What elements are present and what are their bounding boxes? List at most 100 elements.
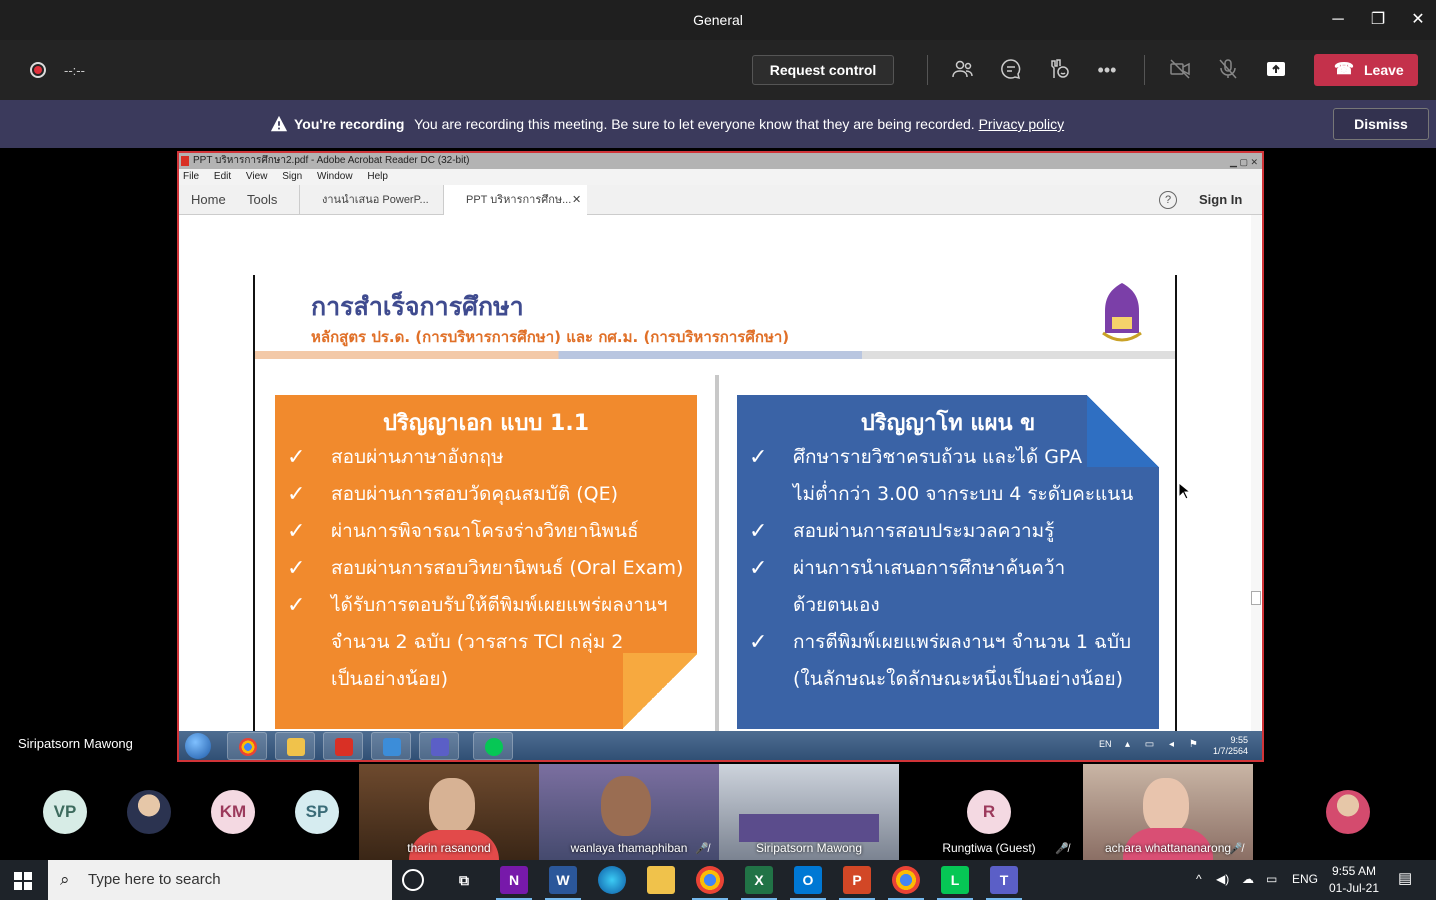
privacy-policy-link[interactable]: Privacy policy: [979, 116, 1065, 132]
list-item-text: ศึกษารายวิชาครบถ้วน และได้ GPA: [793, 446, 1083, 468]
maximize-icon[interactable]: ❐: [1366, 8, 1390, 32]
outlook-icon[interactable]: O: [790, 866, 826, 900]
onedrive-icon[interactable]: ☁: [1242, 872, 1254, 886]
phd-panel: ปริญญาเอก แบบ 1.1 ✓ สอบผ่านภาษาอังกฤษ ✓ สอ…: [275, 395, 697, 729]
shared-screen[interactable]: PPT บริหารการศึกษา2.pdf - Adobe Acrobat …: [177, 151, 1264, 762]
show-hidden-icons-icon[interactable]: ^: [1196, 872, 1202, 886]
mic-off-icon[interactable]: [1215, 57, 1241, 83]
slide-subtitle: หลักสูตร ปร.ด. (การบริหารการศึกษา) และ ก…: [311, 328, 790, 346]
avatar[interactable]: [127, 790, 171, 834]
volume-icon[interactable]: ◀): [1216, 872, 1229, 886]
vertical-scrollbar[interactable]: [1251, 215, 1261, 731]
toolbar-divider: [927, 55, 928, 85]
minimize-icon[interactable]: ─: [1326, 8, 1350, 32]
menu-file[interactable]: File: [183, 171, 199, 182]
task-view-icon[interactable]: ⧉: [450, 866, 478, 894]
chrome-profile-icon[interactable]: [888, 866, 924, 900]
menu-edit[interactable]: Edit: [214, 171, 231, 182]
menu-sign[interactable]: Sign: [282, 171, 302, 182]
teams-icon[interactable]: T: [986, 866, 1022, 900]
teams-icon[interactable]: [419, 732, 459, 760]
taskbar-search-input[interactable]: ⌕ Type here to search: [48, 860, 392, 900]
edge-icon[interactable]: [598, 866, 626, 894]
tab-doc-powerpoint[interactable]: งานนำเสนอ PowerP...: [299, 185, 443, 215]
video-tile[interactable]: achara whattananarong 🎤̸: [1083, 764, 1253, 860]
camera-off-icon[interactable]: [1167, 57, 1193, 83]
close-icon[interactable]: ✕: [1406, 8, 1430, 32]
sign-in-button[interactable]: Sign In: [1199, 185, 1242, 215]
more-icon[interactable]: •••: [1094, 57, 1120, 83]
reactions-icon[interactable]: [1046, 57, 1072, 83]
list-item: ✓ ผ่านการพิจารณาโครงร่างวิทยานิพนธ์: [287, 513, 691, 550]
share-tray-icon[interactable]: [1263, 57, 1289, 83]
video-tile[interactable]: R Rungtiwa (Guest) 🎤̸: [899, 764, 1079, 860]
window-titlebar: General ─ ❐ ✕: [0, 0, 1436, 40]
scrollbar-thumb[interactable]: [1251, 591, 1261, 605]
remote-clock[interactable]: 9:55 1/7/2564: [1213, 735, 1248, 757]
help-icon[interactable]: ?: [1159, 191, 1177, 209]
muted-mic-icon: 🎤̸: [695, 843, 709, 855]
hang-up-icon: ☎: [1334, 61, 1354, 78]
file-explorer-icon[interactable]: [647, 866, 675, 894]
people-icon[interactable]: [950, 57, 976, 83]
cursor-icon: [1178, 482, 1190, 500]
video-tile[interactable]: Siripatsorn Mawong: [719, 764, 899, 860]
slide: การสำเร็จการศึกษา หลักสูตร ปร.ด. (การบริ…: [253, 275, 1177, 757]
acrobat-icon[interactable]: [323, 732, 363, 760]
list-item: ✓ สอบผ่านการสอบประมวลความรู้: [749, 513, 1153, 550]
acrobat-menubar: File Edit View Sign Window Help: [179, 169, 1262, 185]
close-tab-icon[interactable]: ✕: [572, 185, 581, 215]
avatar[interactable]: SP: [295, 790, 339, 834]
network-icon[interactable]: ▭: [1266, 872, 1277, 886]
onenote-icon[interactable]: N: [496, 866, 532, 900]
video-tile[interactable]: wanlaya thamaphiban 🎤̸: [539, 764, 719, 860]
tray-icons[interactable]: ▴ ▭ ◂ ⚑: [1125, 739, 1204, 750]
powerpoint-icon[interactable]: P: [839, 866, 875, 900]
list-item: ✓ สอบผ่านการสอบวัดคุณสมบัติ (QE): [287, 476, 691, 513]
chrome-icon[interactable]: [692, 866, 728, 900]
cortana-icon[interactable]: [402, 869, 424, 891]
list-item-text: ผ่านการพิจารณาโครงร่างวิทยานิพนธ์: [331, 520, 639, 542]
excel-icon[interactable]: X: [741, 866, 777, 900]
list-item-text: สอบผ่านการสอบวิทยานิพนธ์ (Oral Exam): [331, 557, 684, 579]
acrobat-window-controls[interactable]: ▁ ▢ ✕: [1230, 154, 1258, 170]
tab-doc-ppt[interactable]: PPT บริหารการศึกษ... ✕: [443, 185, 587, 215]
chrome-icon[interactable]: [227, 732, 267, 760]
pdf-icon: [181, 156, 189, 166]
tab-home[interactable]: Home: [191, 185, 226, 215]
list-item: ✓ ผ่านการนำเสนอการศึกษาค้นคว้า: [749, 550, 1153, 587]
avatar[interactable]: [1326, 790, 1370, 834]
input-language[interactable]: ENG: [1292, 872, 1318, 886]
dismiss-button[interactable]: Dismiss: [1333, 108, 1429, 140]
menu-window[interactable]: Window: [317, 171, 353, 182]
avatar[interactable]: KM: [211, 790, 255, 834]
leave-button[interactable]: ☎ Leave: [1314, 54, 1418, 86]
chat-icon[interactable]: [998, 57, 1024, 83]
menu-view[interactable]: View: [246, 171, 268, 182]
language-indicator[interactable]: EN: [1099, 739, 1112, 749]
video-tile[interactable]: tharin rasanond: [359, 764, 539, 860]
word-icon[interactable]: W: [545, 866, 581, 900]
windows-start-icon[interactable]: [14, 872, 32, 890]
vscode-icon[interactable]: [371, 732, 411, 760]
list-item: ✓ การตีพิมพ์เผยแพร่ผลงานฯ จำนวน 1 ฉบับ: [749, 624, 1153, 661]
participant-name: Rungtiwa (Guest): [942, 841, 1036, 855]
list-item-text: เป็นอย่างน้อย): [331, 668, 448, 690]
avatar[interactable]: VP: [43, 790, 87, 834]
explorer-icon[interactable]: [275, 732, 315, 760]
recording-banner: You're recording You are recording this …: [0, 100, 1436, 148]
leave-label: Leave: [1364, 62, 1404, 78]
start-orb-icon[interactable]: [185, 733, 211, 759]
request-control-button[interactable]: Request control: [752, 55, 894, 85]
taskbar-clock[interactable]: 9:55 AM 01-Jul-21: [1326, 863, 1382, 897]
list-item: จำนวน 2 ฉบับ (วารสาร TCI กลุ่ม 2: [287, 624, 691, 661]
tab-tools[interactable]: Tools: [247, 185, 277, 215]
line-icon[interactable]: L: [937, 866, 973, 900]
notifications-icon[interactable]: ▤: [1398, 869, 1412, 887]
warning-icon: [270, 115, 288, 132]
list-item-text: จำนวน 2 ฉบับ (วารสาร TCI กลุ่ม 2: [331, 631, 624, 653]
list-item: เป็นอย่างน้อย): [287, 661, 691, 698]
menu-help[interactable]: Help: [367, 171, 388, 182]
pdf-viewer[interactable]: การสำเร็จการศึกษา หลักสูตร ปร.ด. (การบริ…: [179, 215, 1262, 757]
line-icon[interactable]: [473, 732, 513, 760]
